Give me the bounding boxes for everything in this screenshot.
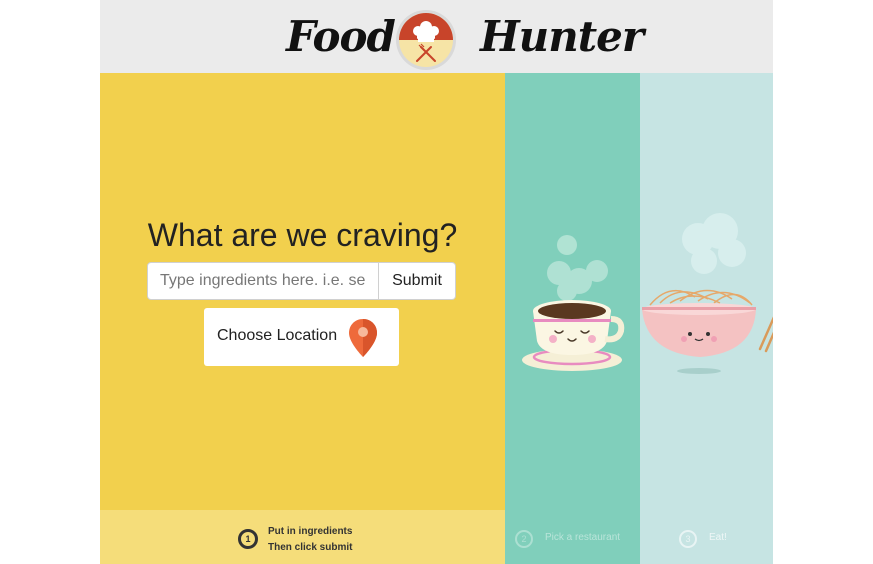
step-1-line2: Then click submit: [268, 542, 353, 553]
step-2-number: 2: [515, 530, 533, 548]
step-2-text: Pick a restaurant: [545, 532, 621, 543]
brand-title-food: Food: [286, 12, 396, 61]
step-1-line1: Put in ingredients: [268, 526, 353, 537]
map-pin-icon: [347, 318, 379, 358]
app-root: Food Hunter What are we craving? Type in…: [100, 0, 773, 564]
step-3-bar: 3 Eat!: [640, 510, 773, 564]
choose-location-label: Choose Location: [217, 327, 338, 344]
step-panel-ingredients: What are we craving? Submit Choose Locat…: [100, 73, 505, 564]
submit-button[interactable]: Submit: [379, 262, 456, 300]
chef-hat-fork-knife-icon: [395, 9, 457, 71]
step-panel-restaurant: 2 Pick a restaurant: [505, 73, 640, 564]
step-panel-eat: 3 Eat!: [640, 73, 773, 564]
coffee-cup-illustration: [517, 233, 627, 378]
ingredients-input[interactable]: [147, 262, 379, 300]
noodle-bowl-illustration: [640, 211, 773, 381]
step-3-number: 3: [679, 530, 697, 548]
step-2-bar: 2 Pick a restaurant: [505, 510, 640, 564]
craving-heading: What are we craving?: [147, 217, 458, 253]
search-form: Submit: [147, 262, 457, 300]
step-1-bar: 1 Put in ingredients Then click submit: [100, 510, 505, 564]
step-3-text: Eat!: [709, 532, 727, 543]
choose-location-button[interactable]: Choose Location: [204, 308, 399, 366]
header-bar: Food Hunter: [100, 0, 773, 73]
brand-title-hunter: Hunter: [480, 12, 644, 61]
step-1-text: Put in ingredients Then click submit: [268, 524, 352, 556]
step-1-number: 1: [238, 529, 258, 549]
